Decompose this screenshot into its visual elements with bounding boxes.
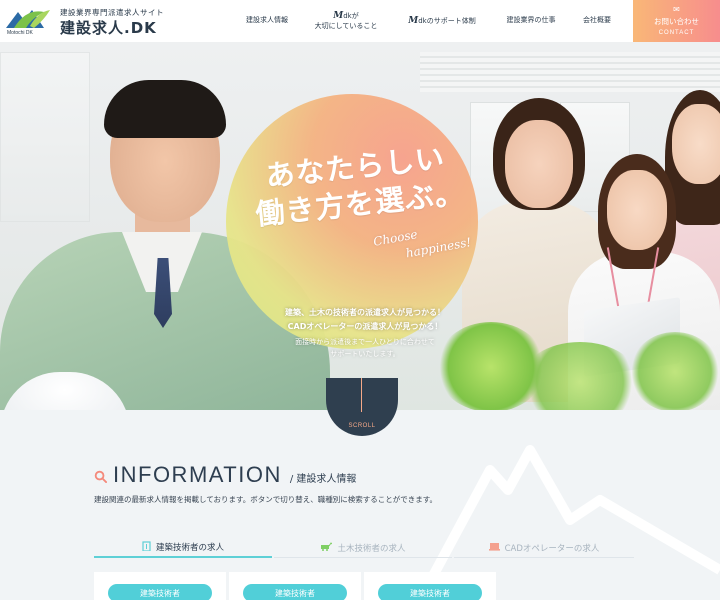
job-category-badge: 建築技術者 (108, 584, 212, 600)
hero-section: あなたらしい 働き方を選ぶ。 Choose happiness! 建築、土木の技… (0, 42, 720, 410)
contact-label: お問い合わせ (654, 17, 699, 26)
contact-label-en: CONTACT (658, 30, 695, 36)
window (0, 52, 90, 222)
information-subtitle: / 建設求人情報 (289, 474, 357, 485)
job-card[interactable]: 建築技術者 (364, 572, 496, 600)
nav-label: 建設業界の仕事 (506, 16, 556, 25)
hero-copy: 建築、土木の技術者の派遣求人が見つかる！ CADオペレーターの派遣求人が見つかる… (270, 306, 460, 361)
logo-mark-icon: Motochi DK (4, 6, 52, 38)
hero-copy-line: 建築、土木の技術者の派遣求人が見つかる！ (285, 308, 445, 317)
nav-item-values[interactable]: Mdkが 大切にしていること (305, 0, 387, 42)
nav-item-support[interactable]: Mdkのサポート体制 (396, 0, 488, 42)
search-icon (94, 470, 107, 483)
tab-label: 建築技術者の求人 (155, 543, 224, 553)
nav-m-mark: M (408, 15, 419, 26)
scroll-indicator[interactable]: SCROLL (326, 378, 398, 436)
hero-copy-line: CADオペレーターの派遣求人が見つかる！ (287, 321, 443, 331)
hero-photo-woman-center-face (607, 170, 667, 250)
nav-item-industry[interactable]: 建設業界の仕事 (497, 0, 565, 42)
nav-item-jobs[interactable]: 建設求人情報 (232, 0, 302, 42)
site-header: Motochi DK 建設業界専門派遣求人サイト 建設求人.DK 建設求人情報 … (0, 0, 720, 42)
window-blind (420, 52, 720, 92)
logo-wordmark: Motochi DK (7, 30, 33, 36)
laptop-icon (488, 542, 500, 554)
information-heading: INFORMATION / 建設求人情報 (94, 462, 356, 488)
job-category-tabs: 建築技術者の求人 土木技術者の求人 CADオペレーターの求人 (94, 538, 634, 558)
hero-copy-line: 面接時から派遣後まで一人ひとりに合わせて (295, 338, 435, 347)
leaves-decoration (630, 332, 720, 410)
site-logo[interactable]: Motochi DK 建設業界専門派遣求人サイト 建設求人.DK (4, 4, 194, 38)
nav-label: dkが (343, 12, 359, 21)
nav-item-company[interactable]: 会社概要 (572, 0, 622, 42)
excavator-icon (320, 541, 333, 554)
hero-photo-man-hair (104, 80, 226, 138)
nav-label: 大切にしていること (314, 22, 378, 31)
nav-label: 会社概要 (583, 16, 611, 25)
nav-label: dkのサポート体制 (418, 16, 476, 25)
nav-m-mark: M (333, 11, 344, 22)
tab-label: CADオペレーターの求人 (504, 543, 600, 554)
tab-civil[interactable]: 土木技術者の求人 (274, 538, 452, 558)
information-description: 建設関連の最新求人情報を掲載しております。ボタンで切り替え、職種別に検索すること… (94, 495, 438, 504)
hero-photo-woman-left-face (505, 120, 573, 208)
job-card[interactable]: 建築技術者 (229, 572, 361, 600)
job-category-badge: 建築技術者 (378, 584, 482, 600)
building-icon (142, 540, 151, 554)
hero-photo-woman-right-face (672, 104, 720, 184)
job-category-badge: 建築技術者 (243, 584, 347, 600)
scroll-label: SCROLL (348, 423, 376, 429)
tab-label: 土木技術者の求人 (337, 543, 406, 554)
job-card[interactable]: 建築技術者 (94, 572, 226, 600)
information-title: INFORMATION (113, 462, 282, 487)
tab-architecture[interactable]: 建築技術者の求人 (94, 538, 272, 558)
mail-icon: ✉ (673, 5, 680, 14)
tab-cad[interactable]: CADオペレーターの求人 (454, 538, 634, 558)
contact-button[interactable]: ✉ お問い合わせ CONTACT (633, 0, 720, 42)
logo-title: 建設求人.DK (60, 19, 157, 37)
nav-label: 建設求人情報 (246, 16, 288, 25)
scroll-line (361, 378, 362, 412)
hero-copy-line: サポートいたします。 (330, 350, 400, 359)
